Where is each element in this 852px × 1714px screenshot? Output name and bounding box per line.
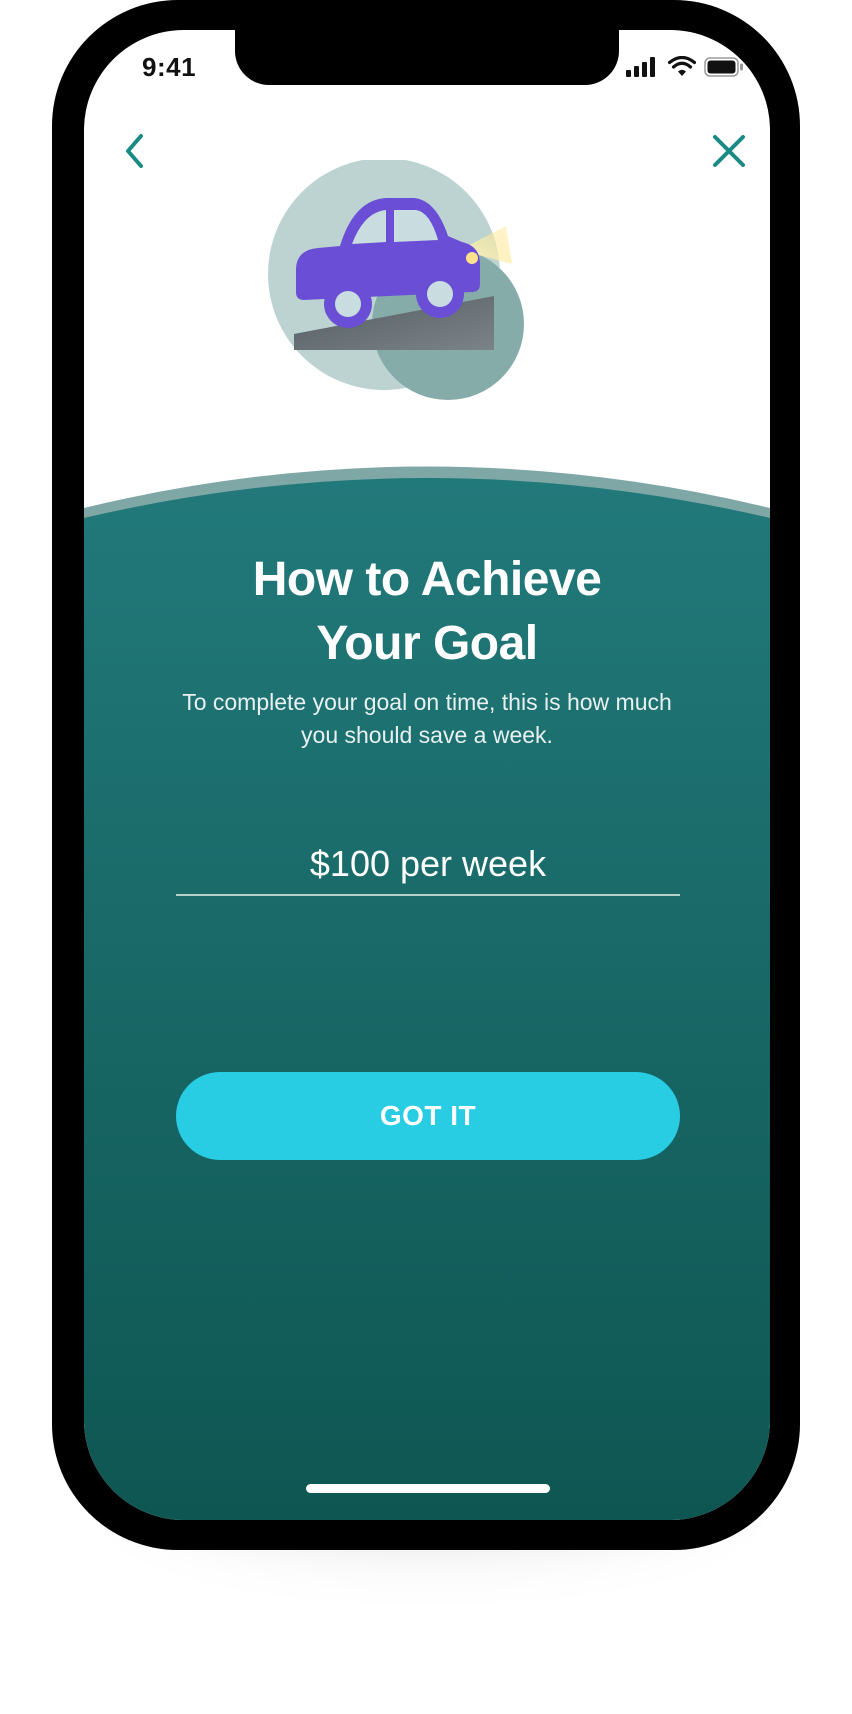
wifi-icon xyxy=(668,56,696,76)
status-time: 9:41 xyxy=(142,52,197,82)
subtitle-line2: you should save a week. xyxy=(301,722,553,748)
page-title-line2: Your Goal xyxy=(316,617,538,670)
phone-screen: 9:41 How to Achieve Your Goal To complet… xyxy=(84,30,770,1520)
page-title: How to Achieve Your Goal xyxy=(84,548,770,676)
close-button[interactable] xyxy=(704,126,754,176)
notch xyxy=(235,30,619,85)
weekly-amount-field[interactable]: $100 per week xyxy=(176,838,680,896)
home-indicator[interactable] xyxy=(306,1484,550,1493)
page-subtitle: To complete your goal on time, this is h… xyxy=(154,686,700,752)
back-button[interactable] xyxy=(110,126,160,176)
got-it-button[interactable]: GOT IT xyxy=(176,1072,680,1160)
car-illustration xyxy=(268,160,524,400)
signal-icon xyxy=(626,57,655,77)
battery-icon xyxy=(704,57,743,77)
close-icon xyxy=(713,135,745,167)
hub-front xyxy=(427,281,453,307)
subtitle-line1: To complete your goal on time, this is h… xyxy=(182,689,672,715)
hub-rear xyxy=(335,291,361,317)
car-headlight xyxy=(466,252,478,264)
chevron-left-icon xyxy=(126,134,143,168)
status-icons xyxy=(626,56,744,78)
app-stage: 9:41 How to Achieve Your Goal To complet… xyxy=(0,0,852,1714)
page-title-line1: How to Achieve xyxy=(252,553,602,606)
